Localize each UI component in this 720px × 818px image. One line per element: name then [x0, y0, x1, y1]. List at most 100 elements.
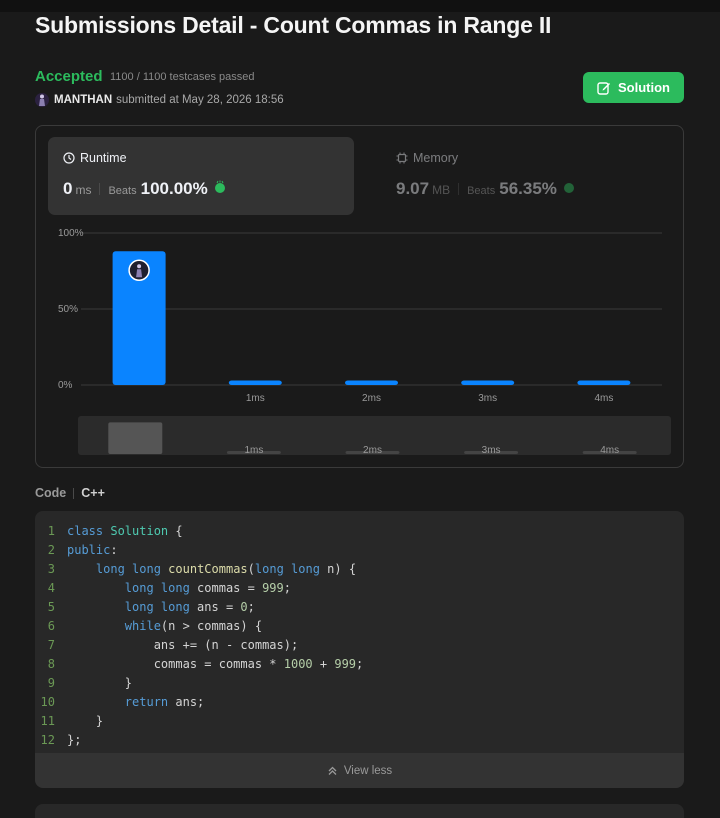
line-number: 6 [47, 619, 55, 633]
code-line: 9 } [35, 674, 684, 693]
code-line: 10 return ans; [35, 693, 684, 712]
runtime-distribution-chart: 0% 50% 100% 1ms 2ms 3ms 4ms [58, 228, 662, 404]
divider [73, 487, 75, 499]
line-number: 9 [47, 676, 55, 690]
code-token: 999 [334, 657, 357, 671]
divider [99, 183, 101, 195]
runtime-beats-value: 100.00% [140, 179, 208, 198]
runtime-label: Runtime [80, 151, 127, 165]
code-text: commas = commas * 1000 + 999; [67, 655, 364, 674]
code-token: Solution [110, 524, 169, 538]
code-text: } [67, 712, 103, 731]
code-token: commas = [189, 581, 263, 595]
x-tick-label: 4ms [594, 393, 613, 404]
chart-bar [577, 380, 631, 385]
view-less-label: View less [343, 764, 393, 777]
runtime-card[interactable]: Runtime 0 ms Beats 100.00% [48, 137, 354, 215]
code-token: long long [124, 581, 190, 595]
line-number: 8 [47, 657, 55, 671]
memory-label: Memory [413, 151, 459, 165]
code-header: Code C++ [35, 486, 105, 500]
code-token: n) { [319, 562, 357, 576]
code-token: countCommas [168, 562, 248, 576]
x-tick-label: 2ms [362, 393, 381, 404]
code-token: ; [283, 581, 291, 595]
chart-range-navigator[interactable]: 1ms 2ms 3ms 4ms [78, 416, 671, 455]
code-line: 5 long long ans = 0; [35, 598, 684, 617]
code-token: while [124, 619, 161, 633]
y-tick-label: 100% [58, 228, 84, 239]
avatar[interactable] [35, 93, 49, 107]
solution-button-label: Solution [618, 80, 670, 95]
line-number: 2 [47, 543, 55, 557]
code-text: } [67, 674, 132, 693]
code-line: 7 ans += (n - commas); [35, 636, 684, 655]
navigator-preview: 1ms 2ms 3ms 4ms [108, 422, 637, 455]
navigator-tick-label: 1ms [244, 445, 263, 455]
code-line: 2 public: [35, 541, 684, 560]
memory-beats-label: Beats [467, 185, 496, 197]
code-line: 8 commas = commas * 1000 + 999; [35, 655, 684, 674]
username-link[interactable]: MANTHAN [54, 94, 112, 106]
memory-value: 9.07 [396, 179, 430, 198]
solution-button[interactable]: Solution [583, 72, 684, 103]
submitted-at: submitted at May 28, 2026 18:56 [116, 94, 284, 106]
code-token: 0 [240, 600, 248, 614]
code-token: commas = commas * [67, 657, 284, 671]
code-line: 11 } [35, 712, 684, 731]
code-token: (n > commas) { [160, 619, 263, 633]
code-token: public [67, 543, 111, 557]
runtime-value: 0 [63, 179, 73, 198]
page-title: Submissions Detail - Count Commas in Ran… [35, 12, 552, 38]
code-text: public: [67, 541, 118, 560]
code-token: ; [356, 657, 364, 671]
code-block[interactable]: 1 class Solution {2 public: 3 long long cou… [35, 511, 684, 753]
code-text: return ans; [67, 693, 204, 712]
code-token: ; [247, 600, 255, 614]
chart-bar [345, 380, 398, 385]
memory-card[interactable]: Memory 9.07 MB Beats 56.35% [381, 137, 671, 215]
code-text: long long ans = 0; [67, 598, 255, 617]
code-text: while(n > commas) { [67, 617, 262, 636]
testcases-passed: 1100 / 1100 testcases passed [110, 71, 255, 83]
y-tick-label: 0% [58, 380, 73, 391]
code-line: 1 class Solution { [35, 522, 684, 541]
code-token: { [168, 524, 183, 538]
view-less-button[interactable]: View less [35, 753, 684, 788]
code-token: ans += (n - commas); [67, 638, 299, 652]
code-token: }; [67, 733, 82, 747]
y-tick-label: 50% [58, 304, 78, 315]
chip-icon [396, 152, 408, 164]
avatar-head [137, 264, 142, 269]
chart-bar [228, 380, 282, 385]
code-token: long long [95, 562, 161, 576]
code-language: C++ [81, 486, 105, 500]
code-token: class [67, 524, 104, 538]
memory-unit: MB [432, 183, 451, 197]
divider [458, 183, 460, 195]
notes-card [35, 804, 684, 818]
line-number: 5 [47, 600, 55, 614]
navigator-bar [108, 422, 163, 454]
memory-header: Memory [396, 151, 458, 165]
code-token: + [312, 657, 335, 671]
clapping-hands-icon [214, 180, 225, 193]
code-token: return [124, 695, 169, 709]
code-text: long long commas = 999; [67, 579, 291, 598]
x-tick-label: 3ms [478, 393, 497, 404]
runtime-stats: 0 ms Beats 100.00% [63, 179, 227, 199]
code-text: }; [67, 731, 81, 750]
user-avatar-icon [39, 94, 45, 106]
double-chevron-up-icon [328, 766, 337, 775]
code-token: ans; [168, 695, 205, 709]
code-token: ( [247, 562, 255, 576]
avatar-body [136, 269, 143, 278]
code-line: 12}; [35, 731, 684, 750]
code-line: 3 long long countCommas(long long n) { [35, 560, 684, 579]
code-text: long long countCommas(long long n) { [67, 560, 356, 579]
